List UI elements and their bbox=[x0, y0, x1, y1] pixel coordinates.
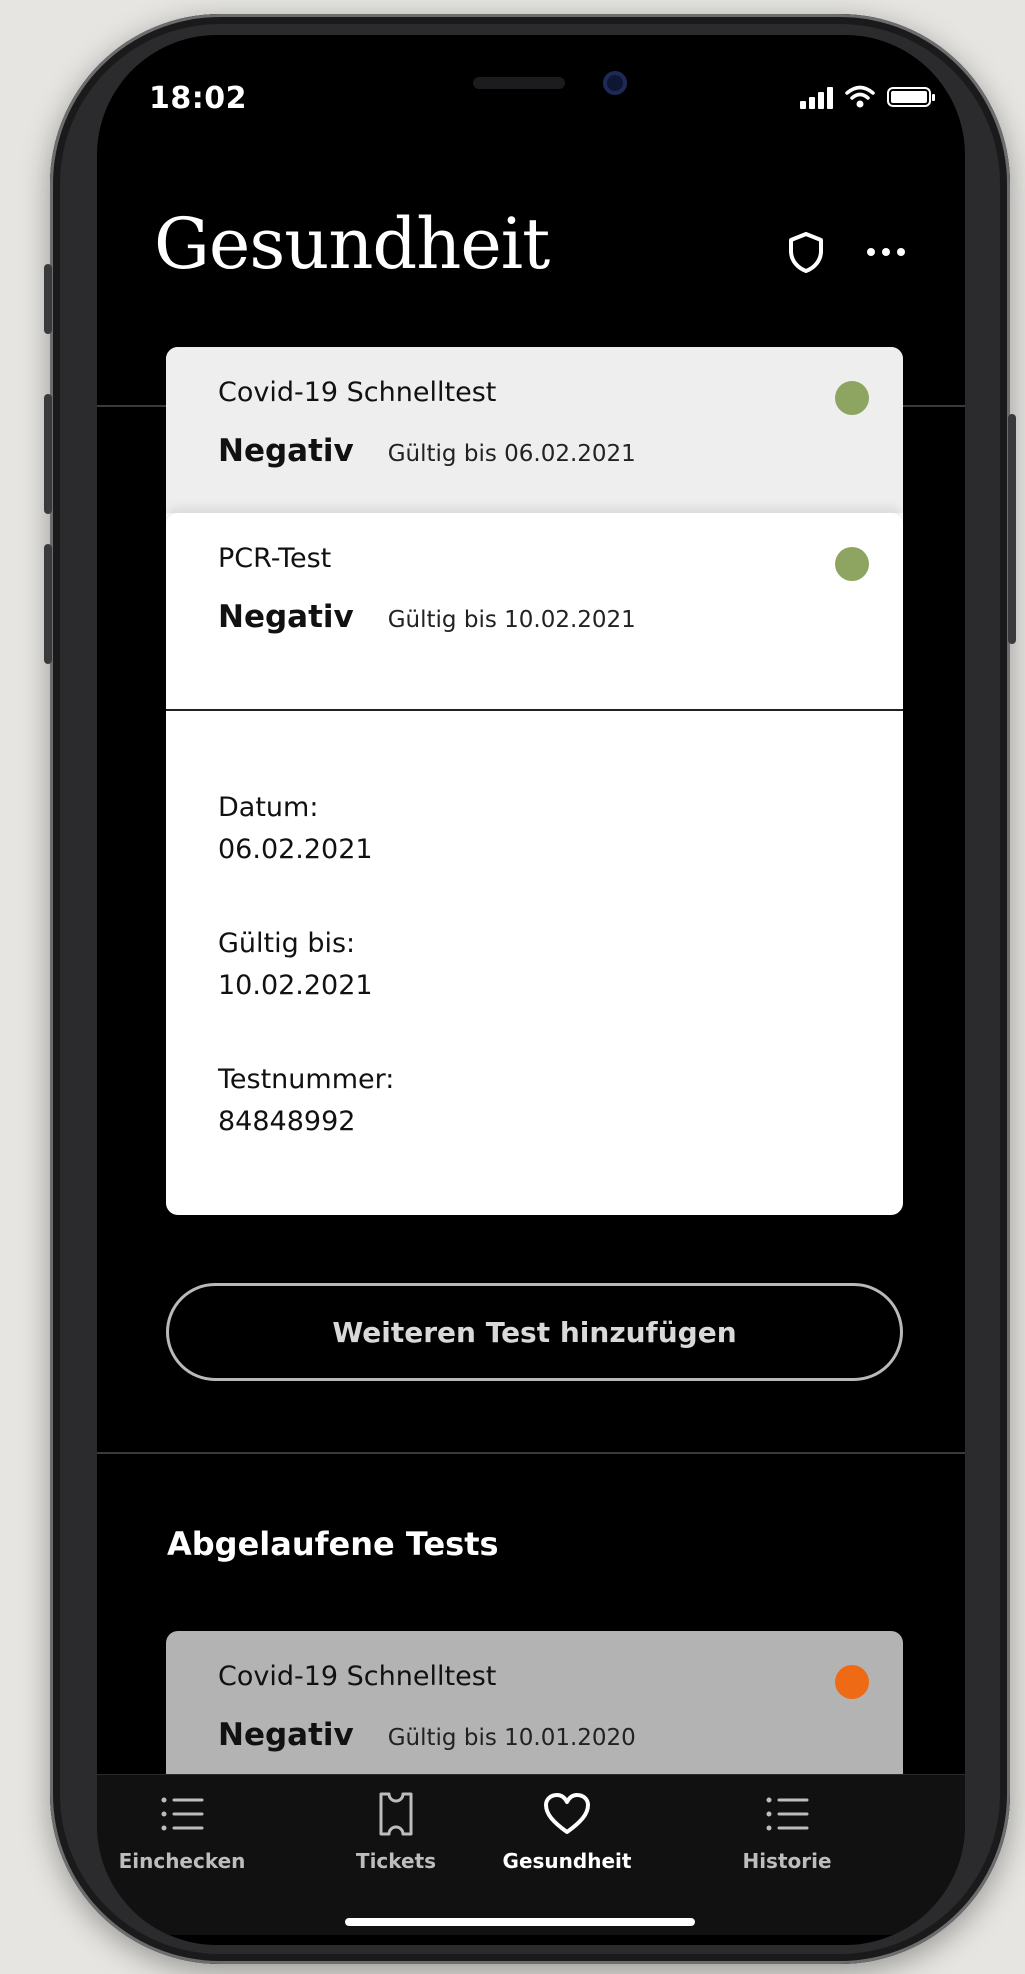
detail-test-number: Testnummer: 84848992 bbox=[218, 1059, 394, 1143]
test-details: Datum: 06.02.2021 Gültig bis: 10.02.2021… bbox=[218, 787, 394, 1195]
status-time: 18:02 bbox=[149, 81, 247, 116]
detail-label: Testnummer: bbox=[218, 1064, 395, 1095]
expired-test-card[interactable]: Covid-19 Schnelltest Negativ Gültig bis … bbox=[166, 1631, 903, 1781]
add-test-button[interactable]: Weiteren Test hinzufügen bbox=[166, 1283, 903, 1381]
detail-value: 10.02.2021 bbox=[218, 970, 373, 1001]
tab-bar: Einchecken Tickets Gesundheit Historie bbox=[97, 1774, 965, 1935]
active-tests-card: Covid-19 Schnelltest Negativ Gültig bis … bbox=[166, 347, 903, 1215]
tab-label: Einchecken bbox=[118, 1849, 246, 1873]
result-line: Negativ Gültig bis 06.02.2021 bbox=[218, 433, 636, 469]
header-actions bbox=[787, 231, 905, 273]
battery-icon bbox=[887, 87, 935, 107]
tab-label: Tickets bbox=[355, 1849, 437, 1873]
status-bar: 18:02 bbox=[97, 35, 965, 165]
tab-label: Gesundheit bbox=[502, 1849, 632, 1873]
test-valid-until: Gültig bis 10.01.2020 bbox=[387, 1725, 636, 1751]
result-line: Negativ Gültig bis 10.01.2020 bbox=[218, 1717, 636, 1753]
detail-value: 84848992 bbox=[218, 1106, 356, 1137]
volume-up-button bbox=[44, 394, 52, 514]
test-name: PCR-Test bbox=[218, 543, 332, 574]
volume-down-button bbox=[44, 544, 52, 664]
result-line: Negativ Gültig bis 10.02.2021 bbox=[218, 599, 636, 635]
list-icon bbox=[763, 1789, 811, 1839]
shield-icon[interactable] bbox=[787, 231, 825, 273]
test-result: Negativ bbox=[218, 1717, 354, 1753]
heart-icon bbox=[543, 1789, 591, 1839]
expired-tests-title: Abgelaufene Tests bbox=[167, 1525, 499, 1563]
wifi-icon bbox=[845, 85, 875, 108]
test-valid-until: Gültig bis 10.02.2021 bbox=[387, 607, 636, 633]
more-icon[interactable] bbox=[867, 248, 905, 256]
test-name: Covid-19 Schnelltest bbox=[218, 377, 497, 408]
detail-label: Datum: bbox=[218, 792, 319, 823]
detail-label: Gültig bis: bbox=[218, 928, 356, 959]
test-result: Negativ bbox=[218, 599, 354, 635]
home-indicator bbox=[345, 1918, 695, 1926]
front-camera bbox=[603, 71, 627, 95]
status-dot bbox=[835, 547, 869, 581]
test-result: Negativ bbox=[218, 433, 354, 469]
test-name: Covid-19 Schnelltest bbox=[218, 1661, 497, 1692]
test-card-schnelltest[interactable]: Covid-19 Schnelltest Negativ Gültig bis … bbox=[166, 347, 903, 513]
detail-valid-until: Gültig bis: 10.02.2021 bbox=[218, 923, 394, 1007]
detail-divider bbox=[166, 709, 903, 711]
detail-value: 06.02.2021 bbox=[218, 834, 373, 865]
tab-gesundheit[interactable]: Gesundheit bbox=[467, 1775, 667, 1893]
detail-date: Datum: 06.02.2021 bbox=[218, 787, 394, 871]
status-icons bbox=[800, 79, 935, 115]
test-valid-until: Gültig bis 06.02.2021 bbox=[387, 441, 636, 467]
notch-speaker bbox=[473, 77, 565, 89]
section-divider bbox=[97, 1452, 965, 1454]
status-dot bbox=[835, 381, 869, 415]
page-header: Gesundheit bbox=[97, 165, 965, 407]
test-card-pcr[interactable]: PCR-Test Negativ Gültig bis 10.02.2021 bbox=[166, 513, 903, 709]
tab-tickets[interactable]: Tickets bbox=[316, 1775, 476, 1893]
tab-historie[interactable]: Historie bbox=[657, 1775, 917, 1893]
tab-einchecken[interactable]: Einchecken bbox=[97, 1775, 267, 1893]
page-title: Gesundheit bbox=[154, 203, 550, 285]
status-dot bbox=[835, 1665, 869, 1699]
signal-icon bbox=[800, 85, 833, 109]
mute-switch bbox=[44, 264, 52, 334]
phone-screen: 18:02 Gesundheit Covid-19 Schnelltest Ne… bbox=[97, 35, 965, 1945]
list-icon bbox=[158, 1789, 206, 1839]
tab-label: Historie bbox=[742, 1849, 832, 1873]
power-button bbox=[1008, 414, 1016, 644]
ticket-icon bbox=[376, 1789, 416, 1839]
